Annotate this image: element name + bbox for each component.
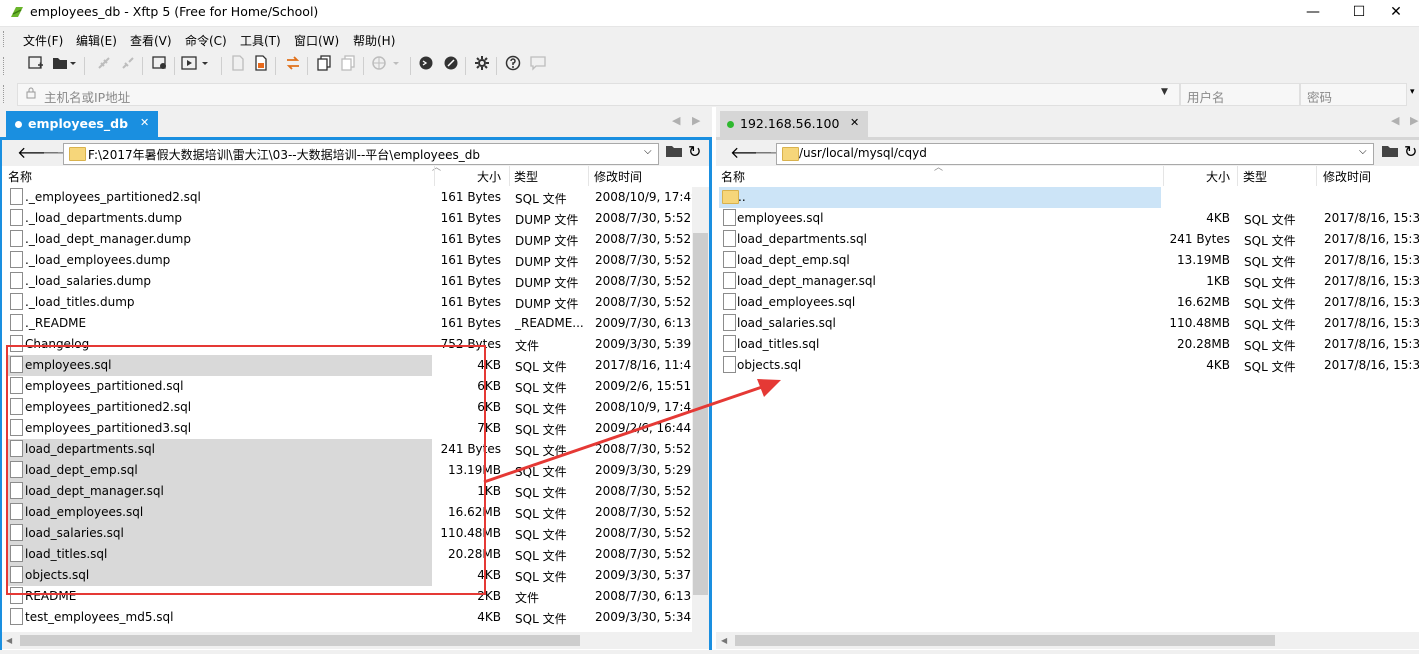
annotation-arrow [483, 379, 781, 484]
status-strip [0, 650, 1419, 654]
